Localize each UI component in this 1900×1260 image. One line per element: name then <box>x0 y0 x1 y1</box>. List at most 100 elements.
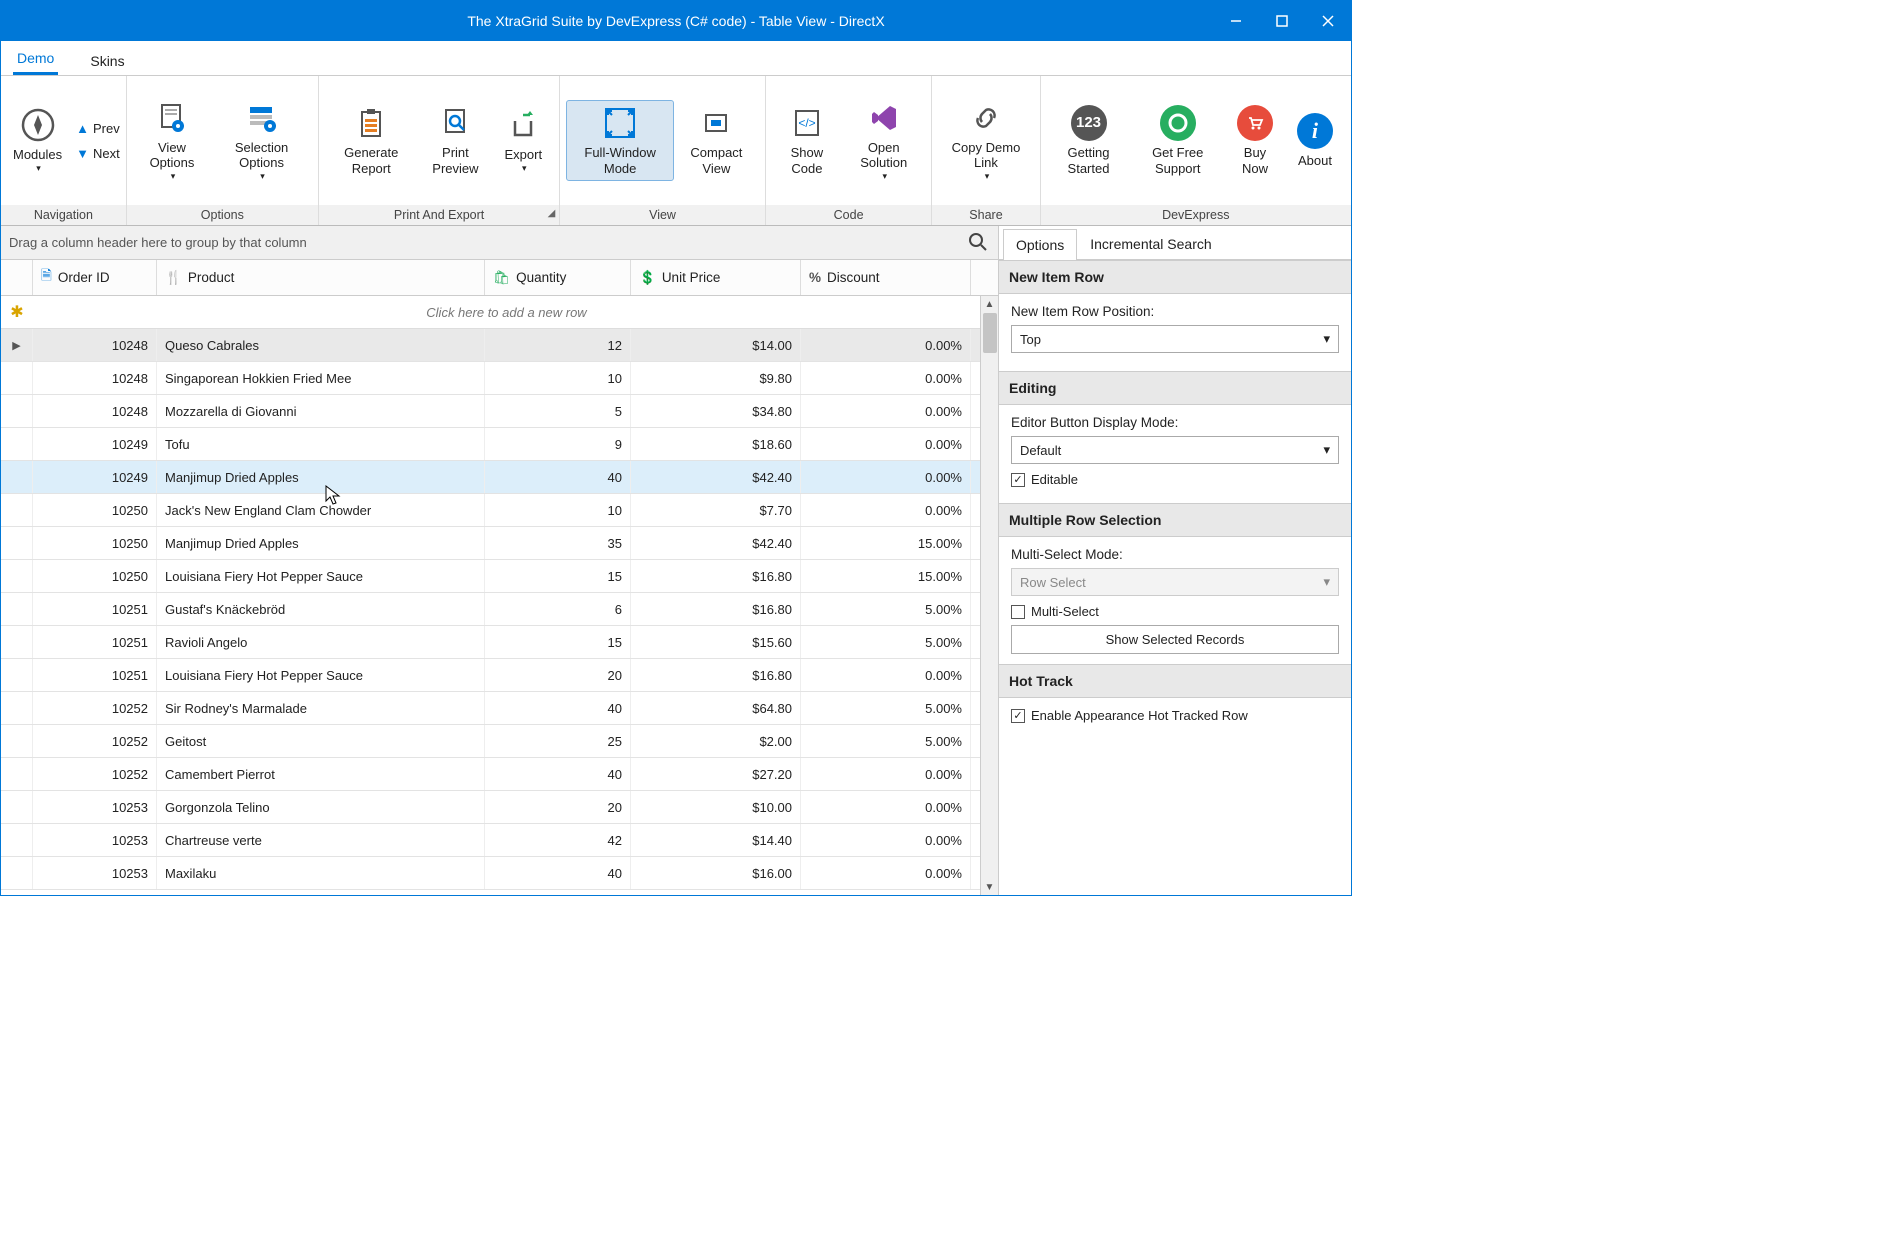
table-row[interactable]: 10252Sir Rodney's Marmalade40$64.805.00% <box>1 692 998 725</box>
maximize-button[interactable] <box>1259 1 1305 41</box>
table-row[interactable]: 10248Singaporean Hokkien Fried Mee10$9.8… <box>1 362 998 395</box>
cell-discount[interactable]: 0.00% <box>801 824 971 856</box>
table-row[interactable]: 10251Gustaf's Knäckebröd6$16.805.00% <box>1 593 998 626</box>
cell-unit-price[interactable]: $42.40 <box>631 527 801 559</box>
cell-quantity[interactable]: 25 <box>485 725 631 757</box>
cell-discount[interactable]: 0.00% <box>801 857 971 889</box>
group-panel[interactable]: Drag a column header here to group by th… <box>1 226 998 260</box>
show-selected-records-button[interactable]: Show Selected Records <box>1011 625 1339 654</box>
cell-order-id[interactable]: 10248 <box>33 395 157 427</box>
cell-product[interactable]: Gorgonzola Telino <box>157 791 485 823</box>
cell-unit-price[interactable]: $34.80 <box>631 395 801 427</box>
cell-product[interactable]: Mozzarella di Giovanni <box>157 395 485 427</box>
cell-order-id[interactable]: 10248 <box>33 362 157 394</box>
cell-unit-price[interactable]: $2.00 <box>631 725 801 757</box>
view-options-button[interactable]: View Options▾ <box>133 96 211 186</box>
cell-unit-price[interactable]: $27.20 <box>631 758 801 790</box>
cell-discount[interactable]: 0.00% <box>801 758 971 790</box>
cell-product[interactable]: Louisiana Fiery Hot Pepper Sauce <box>157 659 485 691</box>
cell-unit-price[interactable]: $42.40 <box>631 461 801 493</box>
next-button[interactable]: ▼Next <box>76 146 120 161</box>
cell-order-id[interactable]: 10248 <box>33 329 157 361</box>
cell-product[interactable]: Gustaf's Knäckebröd <box>157 593 485 625</box>
cell-quantity[interactable]: 5 <box>485 395 631 427</box>
cell-discount[interactable]: 0.00% <box>801 428 971 460</box>
table-row[interactable]: 10251Ravioli Angelo15$15.605.00% <box>1 626 998 659</box>
column-quantity[interactable]: 🛍Quantity <box>485 260 631 295</box>
cell-product[interactable]: Geitost <box>157 725 485 757</box>
tab-incremental-search[interactable]: Incremental Search <box>1077 228 1224 259</box>
cell-unit-price[interactable]: $16.80 <box>631 593 801 625</box>
table-row[interactable]: 10248Mozzarella di Giovanni5$34.800.00% <box>1 395 998 428</box>
column-order-id[interactable]: 🗎Order ID <box>33 260 157 295</box>
generate-report-button[interactable]: Generate Report <box>325 101 418 180</box>
get-free-support-button[interactable]: Get Free Support <box>1130 101 1225 180</box>
cell-quantity[interactable]: 12 <box>485 329 631 361</box>
search-icon[interactable] <box>968 232 988 255</box>
cell-product[interactable]: Queso Cabrales <box>157 329 485 361</box>
about-button[interactable]: i About <box>1285 109 1345 173</box>
table-row[interactable]: ▶10248Queso Cabrales12$14.000.00% <box>1 329 998 362</box>
cell-unit-price[interactable]: $16.80 <box>631 560 801 592</box>
cell-discount[interactable]: 5.00% <box>801 692 971 724</box>
minimize-button[interactable] <box>1213 1 1259 41</box>
cell-quantity[interactable]: 40 <box>485 857 631 889</box>
cell-unit-price[interactable]: $16.80 <box>631 659 801 691</box>
cell-unit-price[interactable]: $7.70 <box>631 494 801 526</box>
cell-product[interactable]: Manjimup Dried Apples <box>157 461 485 493</box>
table-row[interactable]: 10251Louisiana Fiery Hot Pepper Sauce20$… <box>1 659 998 692</box>
cell-discount[interactable]: 0.00% <box>801 791 971 823</box>
full-window-mode-button[interactable]: Full-Window Mode <box>566 100 674 181</box>
cell-order-id[interactable]: 10251 <box>33 626 157 658</box>
cell-discount[interactable]: 5.00% <box>801 593 971 625</box>
buy-now-button[interactable]: Buy Now <box>1225 101 1285 180</box>
cell-product[interactable]: Ravioli Angelo <box>157 626 485 658</box>
modules-button[interactable]: Modules▾ <box>7 103 68 177</box>
editable-checkbox[interactable]: ✓Editable <box>1011 472 1339 487</box>
cell-order-id[interactable]: 10253 <box>33 791 157 823</box>
cell-unit-price[interactable]: $14.40 <box>631 824 801 856</box>
cell-order-id[interactable]: 10251 <box>33 659 157 691</box>
editor-button-mode-combo[interactable]: Default▾ <box>1011 436 1339 464</box>
cell-discount[interactable]: 0.00% <box>801 494 971 526</box>
cell-order-id[interactable]: 10253 <box>33 824 157 856</box>
show-code-button[interactable]: </> Show Code <box>772 101 842 180</box>
cell-product[interactable]: Chartreuse verte <box>157 824 485 856</box>
cell-product[interactable]: Maxilaku <box>157 857 485 889</box>
cell-product[interactable]: Louisiana Fiery Hot Pepper Sauce <box>157 560 485 592</box>
cell-product[interactable]: Tofu <box>157 428 485 460</box>
cell-quantity[interactable]: 9 <box>485 428 631 460</box>
table-row[interactable]: 10249Tofu9$18.600.00% <box>1 428 998 461</box>
table-row[interactable]: 10252Geitost25$2.005.00% <box>1 725 998 758</box>
cell-order-id[interactable]: 10249 <box>33 428 157 460</box>
table-row[interactable]: 10253Chartreuse verte42$14.400.00% <box>1 824 998 857</box>
selection-options-button[interactable]: Selection Options▾ <box>211 96 312 186</box>
cell-discount[interactable]: 0.00% <box>801 329 971 361</box>
table-row[interactable]: 10249Manjimup Dried Apples40$42.400.00% <box>1 461 998 494</box>
cell-quantity[interactable]: 42 <box>485 824 631 856</box>
export-button[interactable]: Export▾ <box>493 103 553 177</box>
table-row[interactable]: 10253Gorgonzola Telino20$10.000.00% <box>1 791 998 824</box>
cell-discount[interactable]: 15.00% <box>801 560 971 592</box>
cell-unit-price[interactable]: $18.60 <box>631 428 801 460</box>
cell-discount[interactable]: 0.00% <box>801 395 971 427</box>
cell-product[interactable]: Singaporean Hokkien Fried Mee <box>157 362 485 394</box>
new-item-row[interactable]: ✱ Click here to add a new row <box>1 296 998 329</box>
cell-quantity[interactable]: 20 <box>485 659 631 691</box>
cell-unit-price[interactable]: $15.60 <box>631 626 801 658</box>
table-row[interactable]: 10253Maxilaku40$16.000.00% <box>1 857 998 890</box>
cell-unit-price[interactable]: $64.80 <box>631 692 801 724</box>
cell-discount[interactable]: 0.00% <box>801 461 971 493</box>
table-row[interactable]: 10252Camembert Pierrot40$27.200.00% <box>1 758 998 791</box>
cell-order-id[interactable]: 10251 <box>33 593 157 625</box>
scroll-thumb[interactable] <box>983 313 997 353</box>
table-row[interactable]: 10250Louisiana Fiery Hot Pepper Sauce15$… <box>1 560 998 593</box>
vertical-scrollbar[interactable]: ▲ ▼ <box>980 296 998 895</box>
multi-select-checkbox[interactable]: Multi-Select <box>1011 604 1339 619</box>
cell-order-id[interactable]: 10250 <box>33 494 157 526</box>
close-button[interactable] <box>1305 1 1351 41</box>
cell-order-id[interactable]: 10250 <box>33 560 157 592</box>
enable-hot-track-checkbox[interactable]: ✓Enable Appearance Hot Tracked Row <box>1011 708 1339 723</box>
scroll-up-icon[interactable]: ▲ <box>982 296 998 312</box>
cell-order-id[interactable]: 10249 <box>33 461 157 493</box>
